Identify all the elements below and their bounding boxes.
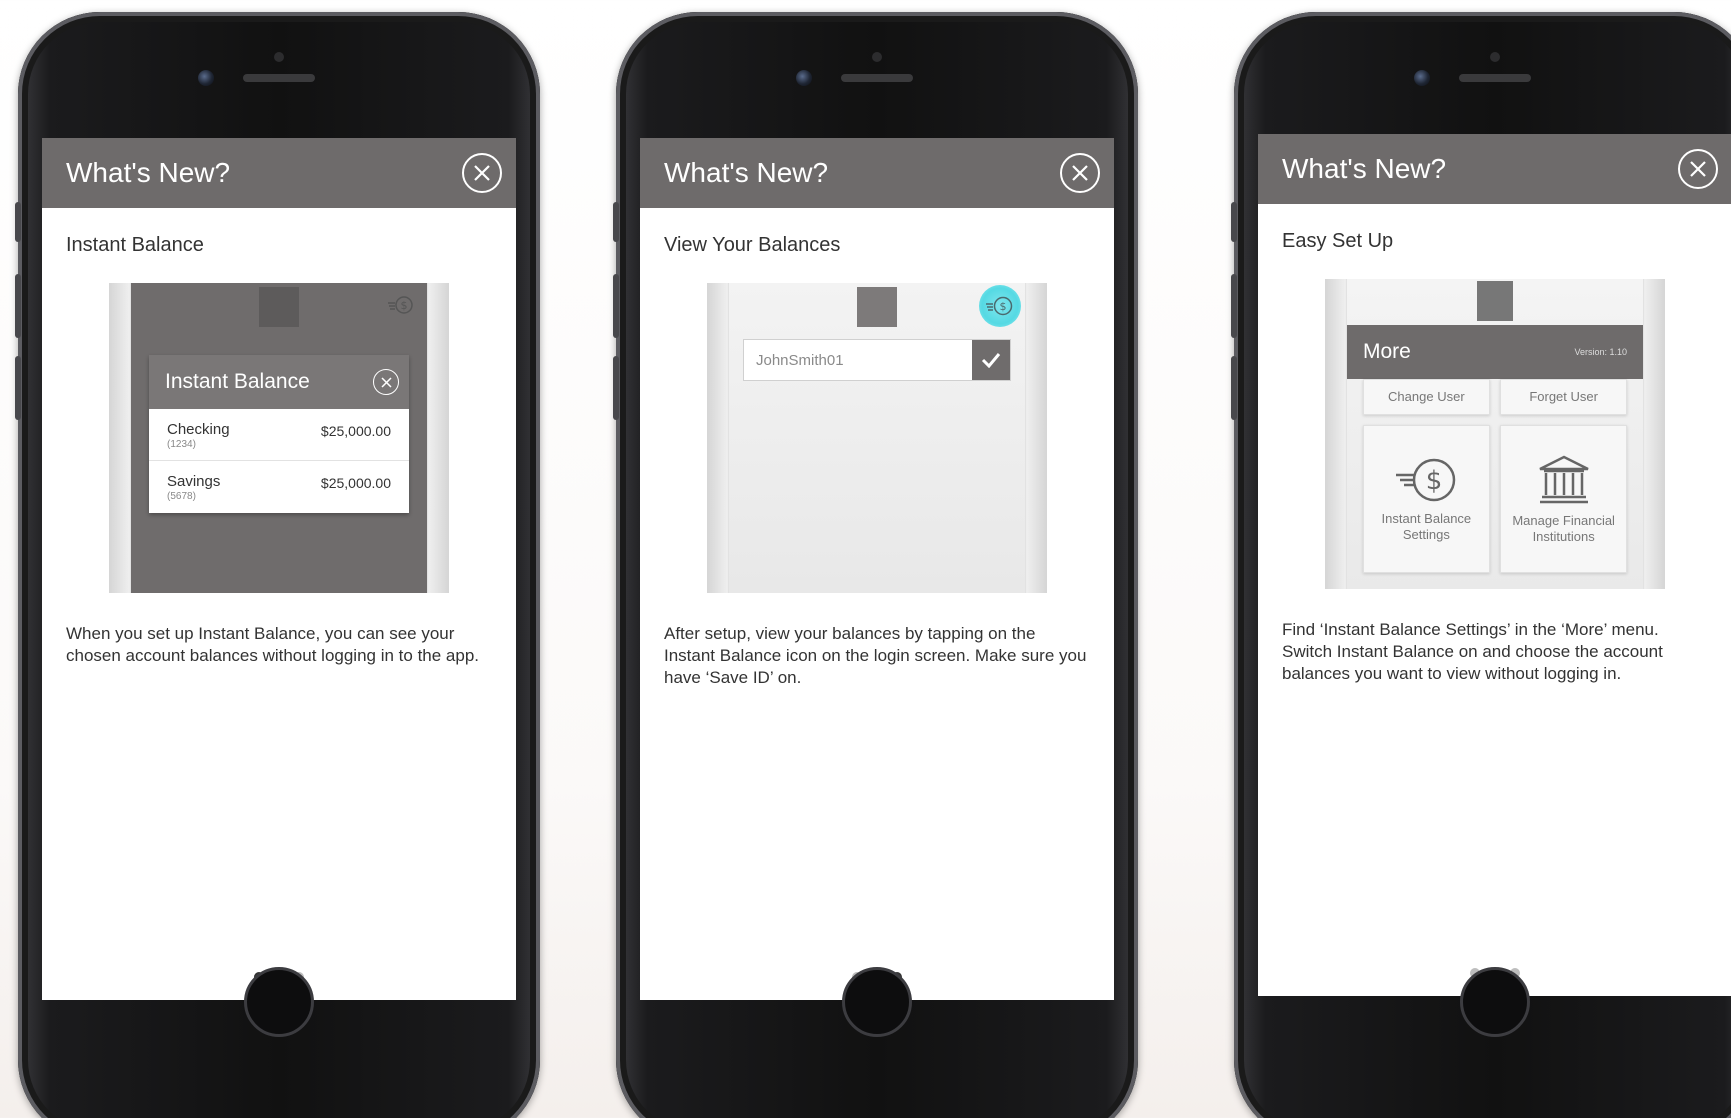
instant-balance-settings-tile: $ Instant Balance Settings	[1363, 425, 1490, 573]
earpiece-speaker	[841, 74, 913, 82]
logo-placeholder	[259, 287, 299, 327]
close-icon	[1690, 161, 1706, 177]
mute-switch	[1231, 202, 1237, 242]
feature-subtitle: Instant Balance	[66, 234, 204, 256]
tile-label: Change User	[1388, 389, 1465, 404]
close-icon	[380, 376, 392, 388]
account-row: Checking (1234) $25,000.00	[149, 409, 409, 461]
instant-balance-modal: Instant Balance Checking (1234) $25,000.…	[149, 355, 409, 513]
front-camera	[198, 70, 214, 86]
volume-down-button	[15, 356, 21, 420]
logo-placeholder	[857, 287, 897, 327]
mute-switch	[613, 202, 619, 242]
save-id-checkbox	[972, 340, 1010, 380]
close-icon	[474, 165, 490, 181]
whats-new-header: What's New?	[42, 138, 516, 208]
mute-switch	[15, 202, 21, 242]
volume-up-button	[1231, 274, 1237, 338]
feature-subtitle: Easy Set Up	[1282, 230, 1394, 252]
whats-new-screen-2: What's New? View Your Balances $ JohnSmi…	[640, 138, 1114, 1000]
forget-user-tile: Forget User	[1500, 379, 1627, 415]
volume-up-button	[613, 274, 619, 338]
instant-balance-icon: $	[979, 285, 1021, 327]
instant-balance-icon: $	[387, 295, 413, 315]
more-menu-illustration: More Version: 1.10 Change User Forget Us…	[1325, 279, 1665, 589]
account-name: Checking	[167, 421, 230, 438]
instant-balance-icon: $	[1396, 458, 1456, 502]
account-number: (5678)	[167, 491, 196, 502]
whats-new-header: What's New?	[640, 138, 1114, 208]
account-balance: $25,000.00	[320, 475, 391, 491]
home-button[interactable]	[842, 967, 912, 1037]
close-button[interactable]	[1060, 153, 1100, 193]
phone-frame-3: What's New? Easy Set Up More Version: 1.…	[1231, 12, 1731, 1118]
change-user-tile: Change User	[1363, 379, 1490, 415]
whats-new-screen-3: What's New? Easy Set Up More Version: 1.…	[1258, 134, 1731, 996]
more-menu-grid: Change User Forget User $ Instant Balanc…	[1363, 379, 1627, 573]
volume-up-button	[15, 274, 21, 338]
mini-screen: $ JohnSmith01	[729, 283, 1025, 593]
tile-label: Forget User	[1529, 389, 1598, 404]
earpiece-speaker	[1459, 74, 1531, 82]
account-row: Savings (5678) $25,000.00	[149, 461, 409, 513]
sensor	[1490, 52, 1500, 62]
feature-description: After setup, view your balances by tappi…	[664, 624, 1087, 687]
modal-title: Instant Balance	[165, 370, 310, 393]
sensor	[274, 52, 284, 62]
front-camera	[1414, 70, 1430, 86]
modal-close-button	[373, 369, 399, 395]
svg-text:$: $	[401, 299, 408, 312]
instant-balance-illustration: $ Instant Balance Checking (1234) $25,00…	[109, 283, 449, 593]
close-button[interactable]	[462, 153, 502, 193]
account-balance: $25,000.00	[320, 423, 391, 439]
home-button[interactable]	[1460, 967, 1530, 1037]
modal-header: Instant Balance	[149, 355, 409, 409]
username-field: JohnSmith01	[743, 339, 1011, 381]
feature-subtitle: View Your Balances	[664, 234, 841, 256]
logo-placeholder	[1477, 281, 1513, 321]
more-menu-bar: More Version: 1.10	[1347, 325, 1643, 379]
checkmark-icon	[981, 353, 1001, 368]
whats-new-header: What's New?	[1258, 134, 1731, 204]
more-menu-title: More	[1363, 340, 1411, 363]
account-name: Savings	[167, 473, 221, 490]
phone-frame-1: What's New? Instant Balance $ Instant Ba…	[15, 12, 540, 1118]
phone-frame-2: What's New? View Your Balances $ JohnSmi…	[613, 12, 1138, 1118]
svg-text:$: $	[1000, 300, 1007, 313]
bank-icon	[1539, 455, 1589, 504]
close-icon	[1072, 165, 1088, 181]
manage-financial-institutions-tile: Manage Financial Institutions	[1500, 425, 1627, 573]
whats-new-title: What's New?	[66, 157, 231, 188]
front-camera	[796, 70, 812, 86]
version-label: Version: 1.10	[1574, 347, 1627, 357]
login-screen-illustration: $ JohnSmith01	[707, 283, 1047, 593]
whats-new-title: What's New?	[1282, 153, 1447, 184]
mini-screen: More Version: 1.10 Change User Forget Us…	[1347, 279, 1643, 589]
home-button[interactable]	[244, 967, 314, 1037]
volume-down-button	[613, 356, 619, 420]
tile-label: Instant Balance Settings	[1381, 511, 1472, 542]
volume-down-button	[1231, 356, 1237, 420]
username-value: JohnSmith01	[756, 351, 844, 369]
tile-label: Manage Financial Institutions	[1512, 513, 1615, 544]
close-button[interactable]	[1678, 149, 1718, 189]
account-number: (1234)	[167, 439, 196, 450]
sensor	[872, 52, 882, 62]
whats-new-screen-1: What's New? Instant Balance $ Instant Ba…	[42, 138, 516, 1000]
feature-description: When you set up Instant Balance, you can…	[66, 624, 480, 665]
whats-new-title: What's New?	[664, 157, 829, 188]
mini-screen: $ Instant Balance Checking (1234) $25,00…	[131, 283, 427, 593]
svg-text:$: $	[1426, 466, 1443, 496]
feature-description: Find ‘Instant Balance Settings’ in the ‘…	[1282, 620, 1663, 683]
earpiece-speaker	[243, 74, 315, 82]
